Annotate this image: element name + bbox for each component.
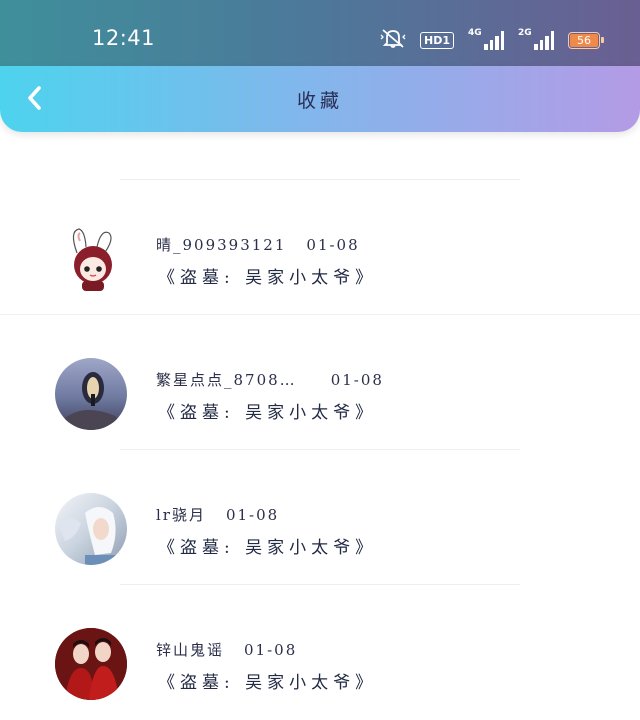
bunny-avatar-image <box>72 228 112 291</box>
username[interactable]: 繁星点点_8708… <box>156 371 297 389</box>
work-title[interactable]: 《盗墓: 吴家小太爷》 <box>158 398 377 423</box>
list-item[interactable]: 繁星点点_8708… 01-08 《盗墓: 吴家小太爷》 <box>0 315 640 450</box>
avatar[interactable] <box>55 628 127 700</box>
work-title[interactable]: 《盗墓: 吴家小太爷》 <box>158 668 377 693</box>
signal-2g-icon: 2G <box>518 28 554 50</box>
username[interactable]: lr骁月 <box>156 506 206 524</box>
item-meta: 锌山鬼谣 01-08 <box>156 639 297 660</box>
item-date: 01-08 <box>306 236 360 254</box>
page-title: 收藏 <box>296 90 343 112</box>
signal-4g-icon: 4G <box>468 28 504 50</box>
status-bar: 12:41 HD1 4G 2G 56 <box>0 0 640 66</box>
list-item[interactable]: 锌山鬼谣 01-08 《盗墓: 吴家小太爷》 <box>0 585 640 720</box>
list-item[interactable] <box>0 132 640 180</box>
white-hair-avatar-image <box>59 507 119 565</box>
status-icons: HD1 4G 2G 56 <box>380 28 604 52</box>
couple-avatar-image <box>55 628 127 700</box>
mute-bell-icon <box>380 28 406 52</box>
item-date: 01-08 <box>330 371 384 389</box>
item-meta: 繁星点点_8708… 01-08 <box>156 369 384 390</box>
item-date: 01-08 <box>225 506 280 524</box>
username[interactable]: 锌山鬼谣 <box>156 641 224 659</box>
header-bar: 收藏 <box>0 66 640 132</box>
favorites-list[interactable]: 晴_909393121 01-08 《盗墓: 吴家小太爷》 繁星点点_8708… 0… <box>0 132 640 720</box>
username[interactable]: 晴_909393121 <box>156 236 286 254</box>
avatar[interactable] <box>55 358 127 430</box>
work-title[interactable]: 《盗墓: 吴家小太爷》 <box>158 263 377 288</box>
work-title[interactable]: 《盗墓: 吴家小太爷》 <box>158 533 377 558</box>
list-item[interactable]: lr骁月 01-08 《盗墓: 吴家小太爷》 <box>0 450 640 585</box>
list-item[interactable]: 晴_909393121 01-08 《盗墓: 吴家小太爷》 <box>0 180 640 315</box>
item-meta: 晴_909393121 01-08 <box>156 234 360 255</box>
avatar[interactable] <box>55 493 127 565</box>
battery-icon: 56 <box>568 31 604 49</box>
item-date: 01-08 <box>244 641 298 659</box>
status-time: 12:41 <box>92 26 156 50</box>
hd-icon: HD1 <box>420 31 454 49</box>
avatar[interactable] <box>55 223 127 295</box>
item-meta: lr骁月 01-08 <box>156 504 279 525</box>
battery-level: 56 <box>577 33 591 47</box>
portal-avatar-image <box>55 372 127 430</box>
